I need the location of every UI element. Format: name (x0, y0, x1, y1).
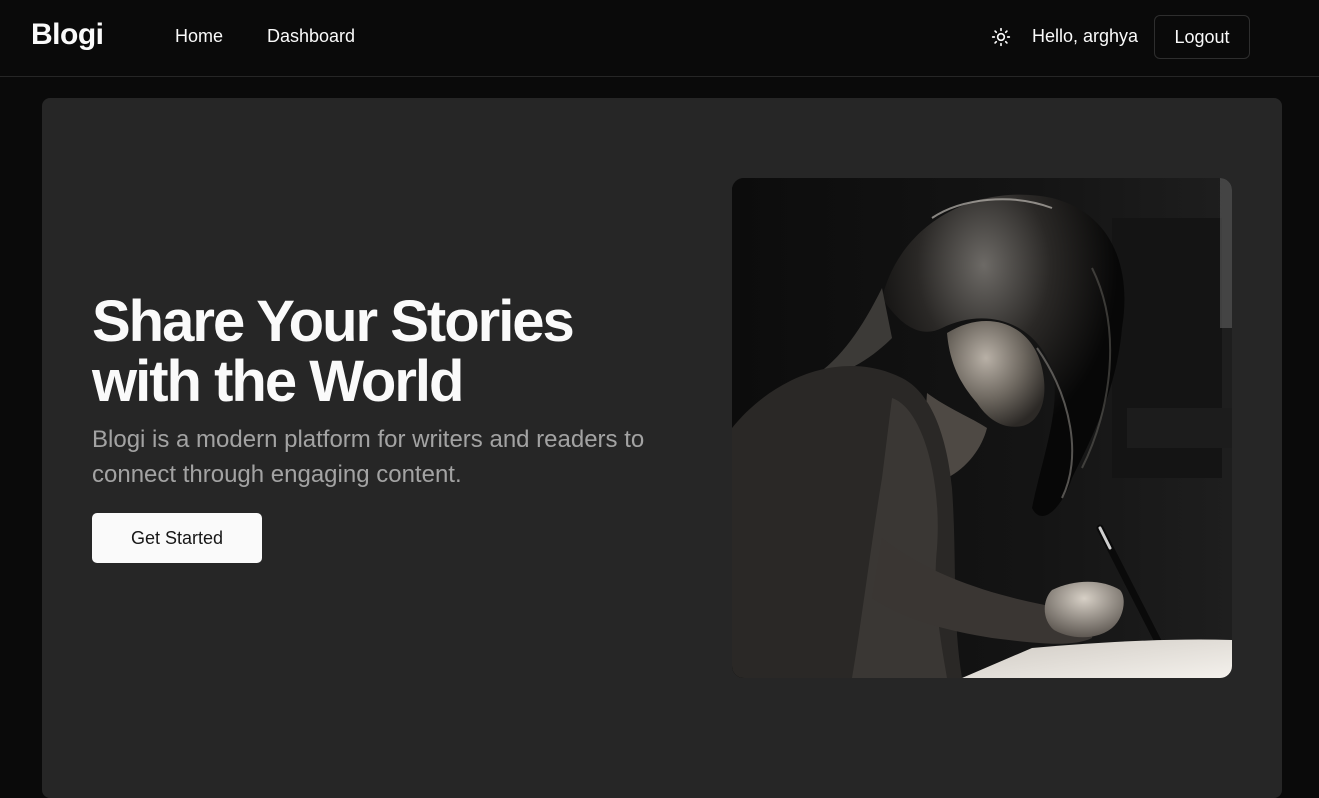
writer-photo-illustration (732, 178, 1232, 678)
hero-title-line-2: with the World (92, 349, 464, 414)
hero-subtitle: Blogi is a modern platform for writers a… (92, 426, 645, 488)
user-greeting: Hello, arghya (1032, 26, 1139, 46)
nav-link-home[interactable]: Home (175, 26, 223, 47)
top-navbar: Blogi Home Dashboard Hello, arghya Logou… (0, 0, 1319, 77)
nav-link-dashboard[interactable]: Dashboard (267, 26, 355, 47)
logout-button[interactable]: Logout (1154, 15, 1250, 59)
hero-image (732, 178, 1232, 678)
hero-title: Share Your Stories with the World (92, 292, 652, 412)
hero-title-line-1: Share Your Stories (92, 289, 575, 354)
sun-icon (991, 27, 1011, 47)
theme-toggle-button[interactable] (989, 25, 1013, 49)
brand-logo[interactable]: Blogi (31, 18, 104, 52)
get-started-button[interactable]: Get Started (92, 513, 262, 563)
hero-card: Share Your Stories with the World Blogi … (42, 98, 1282, 798)
